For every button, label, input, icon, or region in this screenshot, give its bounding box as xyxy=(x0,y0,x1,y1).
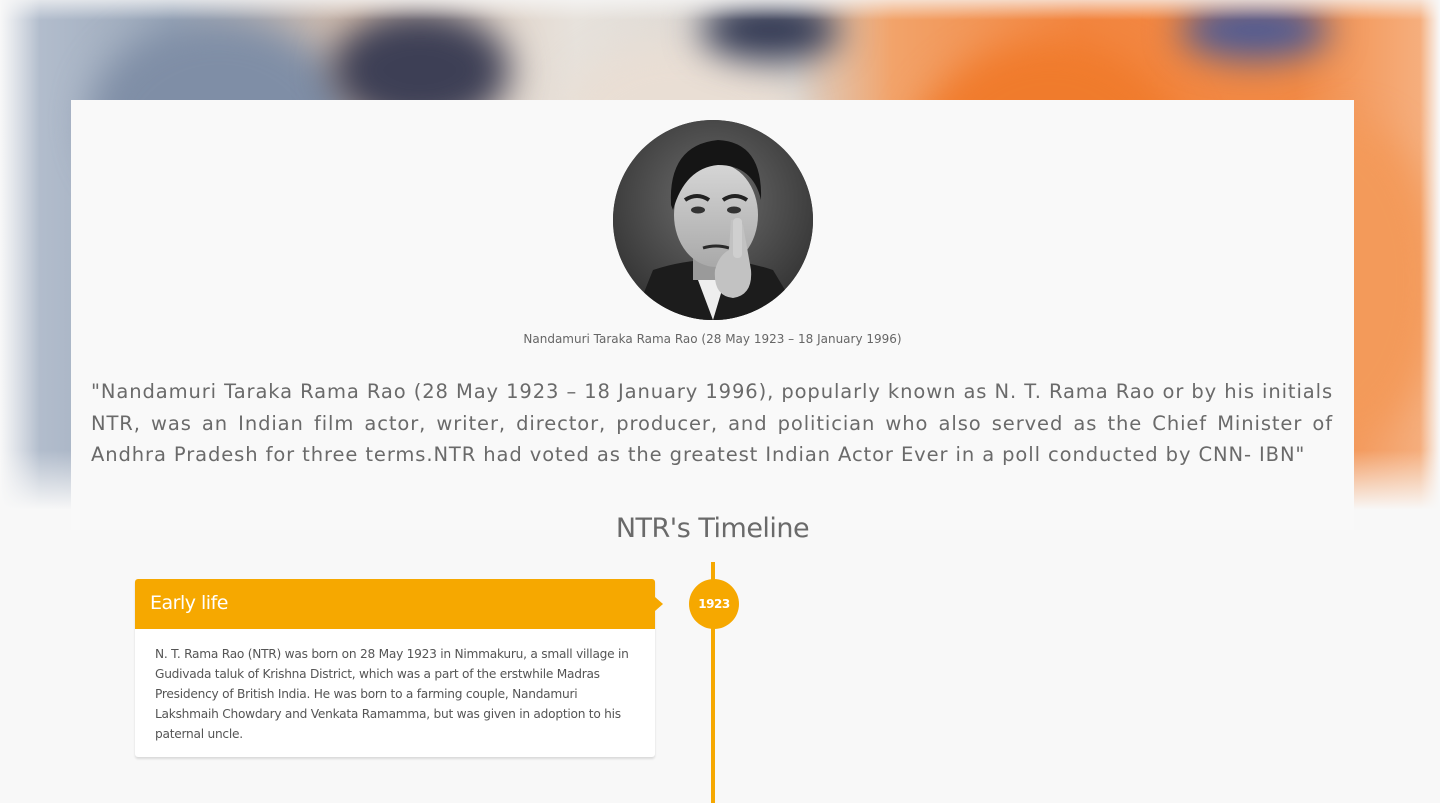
biography-quote: "Nandamuri Taraka Rama Rao (28 May 1923 … xyxy=(91,380,1333,466)
timeline-event-card: Early life N. T. Rama Rao (NTR) was born… xyxy=(135,579,663,757)
portrait-image xyxy=(613,120,813,320)
profile-card: Nandamuri Taraka Rama Rao (28 May 1923 –… xyxy=(71,100,1354,530)
timeline-title: NTR's Timeline xyxy=(615,513,810,544)
timeline-event-header: Early life xyxy=(135,579,655,629)
timeline-event-body: N. T. Rama Rao (NTR) was born on 28 May … xyxy=(155,647,629,741)
timeline-pointer-arrow xyxy=(655,597,663,611)
portrait-caption: Nandamuri Taraka Rama Rao (28 May 1923 –… xyxy=(523,332,902,346)
timeline-year-badge: 1923 xyxy=(689,579,739,629)
timeline-event-title: Early life xyxy=(150,592,228,614)
